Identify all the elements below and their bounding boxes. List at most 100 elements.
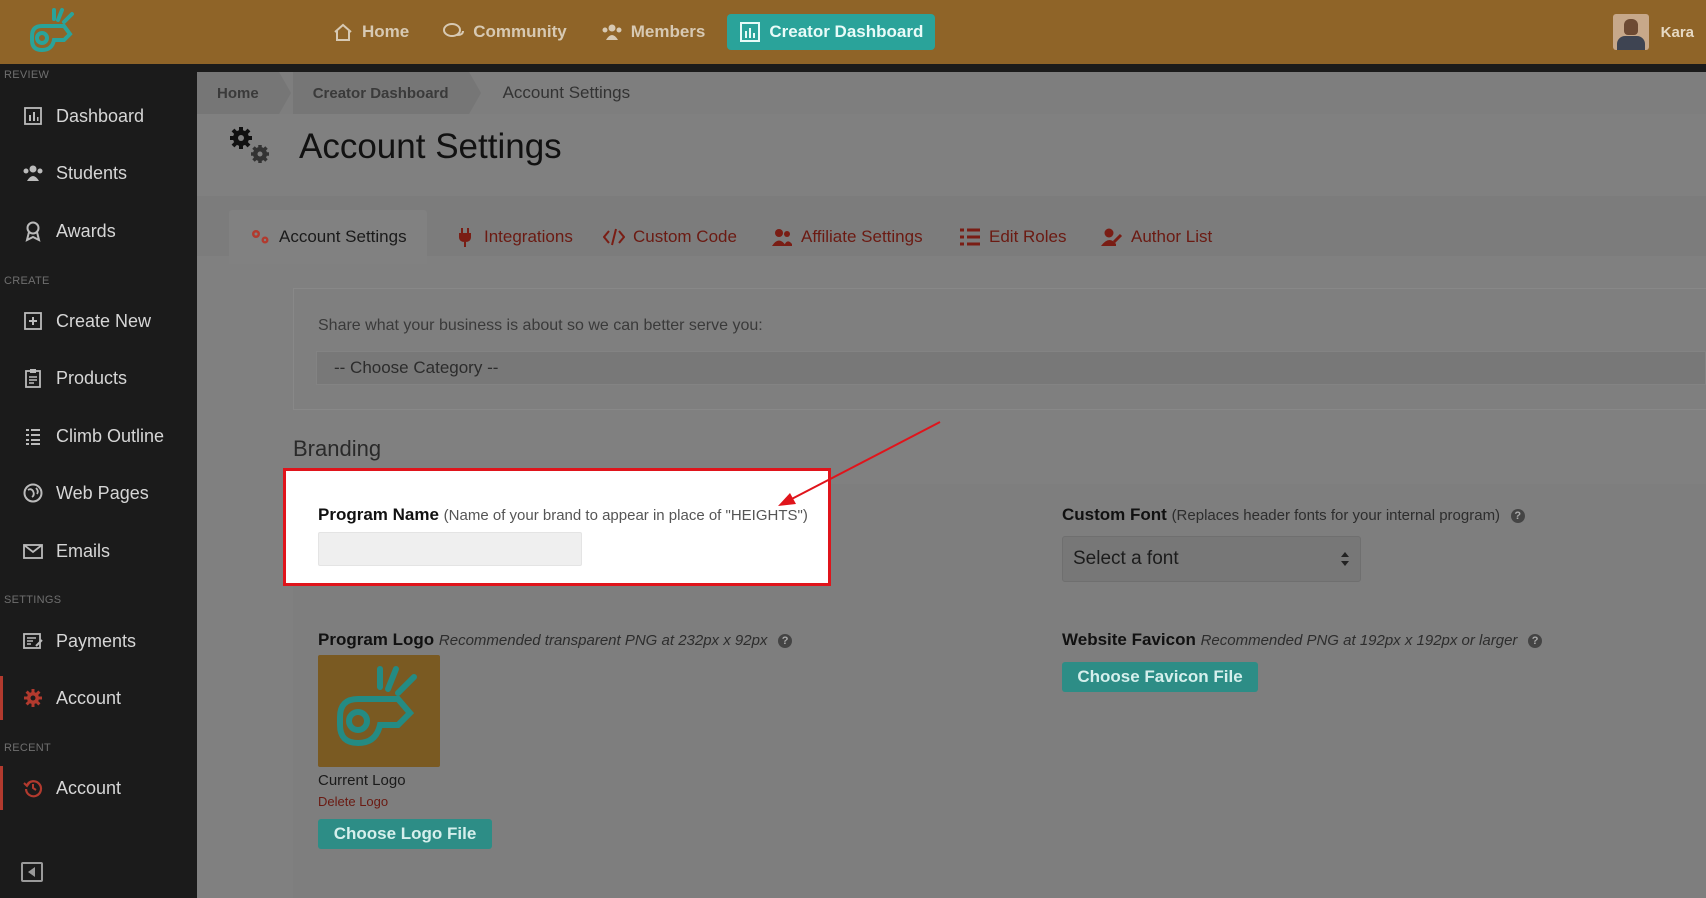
breadcrumb: Home Creator Dashboard Account Settings xyxy=(197,72,1706,114)
history-icon xyxy=(21,776,45,800)
sidebar-item-climb-outline[interactable]: Climb Outline xyxy=(0,414,197,458)
help-icon[interactable]: ? xyxy=(778,633,793,648)
nav-members[interactable]: Members xyxy=(589,14,718,50)
tab-label: Edit Roles xyxy=(989,227,1067,246)
program-name-hint: (Name of your brand to appear in place o… xyxy=(443,507,808,524)
gear-icon xyxy=(21,686,45,710)
payments-icon xyxy=(21,629,45,653)
tab-label: Author List xyxy=(1131,227,1213,246)
nav-community[interactable]: Community xyxy=(431,14,579,50)
user-menu[interactable]: Kara xyxy=(1612,14,1694,50)
choose-logo-button[interactable]: Choose Logo File xyxy=(318,819,492,849)
tab-label: Account Settings xyxy=(279,227,407,246)
program-name-highlight xyxy=(283,468,831,586)
list-icon xyxy=(21,424,45,448)
plug-icon xyxy=(459,228,471,247)
sidebar-item-payments[interactable]: Payments xyxy=(0,619,197,663)
program-name-input[interactable] xyxy=(318,532,582,566)
gears-icon xyxy=(230,127,269,163)
top-navbar: Home Community Members Creator Dashboard… xyxy=(0,0,1706,64)
favicon-hint: Recommended PNG at 192px x 192px or larg… xyxy=(1200,632,1518,649)
sidebar-section-recent: RECENT xyxy=(4,742,52,754)
help-icon[interactable]: ? xyxy=(1528,633,1543,648)
sidebar-item-create-new[interactable]: Create New xyxy=(0,299,197,343)
tab-integrations[interactable]: Integrations xyxy=(454,211,573,263)
members-icon xyxy=(602,24,622,40)
sidebar-section-review: REVIEW xyxy=(4,69,50,81)
breadcrumb-current: Account Settings xyxy=(502,83,631,102)
nav-home[interactable]: Home xyxy=(320,14,421,50)
sidebar-item-students[interactable]: Students xyxy=(0,151,197,195)
nav-community-label: Community xyxy=(473,22,567,41)
globe-icon xyxy=(21,481,45,505)
sidebar-item-label: Products xyxy=(56,367,128,388)
tab-label: Affiliate Settings xyxy=(801,227,923,246)
whistle-logo-icon[interactable] xyxy=(24,6,80,58)
page-header: Account Settings xyxy=(225,124,562,170)
tab-custom-code[interactable]: Custom Code xyxy=(603,211,737,263)
program-logo-label: Program Logo Recommended transparent PNG… xyxy=(318,630,793,650)
sidebar-item-web-pages[interactable]: Web Pages xyxy=(0,471,197,515)
email-icon xyxy=(21,539,45,563)
sidebar: REVIEW Dashboard Students Awards CREATE … xyxy=(0,64,197,898)
gears-icon xyxy=(252,230,269,244)
user-edit-icon xyxy=(1101,228,1123,246)
choose-favicon-button[interactable]: Choose Favicon File xyxy=(1062,662,1258,692)
nav-creator-dashboard[interactable]: Creator Dashboard xyxy=(727,14,936,50)
award-icon xyxy=(21,219,45,243)
sidebar-item-label: Account xyxy=(56,777,122,798)
help-icon[interactable]: ? xyxy=(1510,508,1525,523)
favicon-label: Website Favicon Recommended PNG at 192px… xyxy=(1062,630,1543,650)
tab-author-list[interactable]: Author List xyxy=(1101,211,1212,263)
clipboard-icon xyxy=(21,366,45,390)
delete-logo-link[interactable]: Delete Logo xyxy=(318,794,388,809)
nav-members-label: Members xyxy=(630,22,706,41)
sidebar-item-awards[interactable]: Awards xyxy=(0,209,197,253)
sidebar-item-label: Emails xyxy=(56,540,111,561)
custom-font-hint: (Replaces header fonts for your internal… xyxy=(1171,507,1501,524)
tab-affiliate-settings[interactable]: Affiliate Settings xyxy=(771,211,923,263)
tab-edit-roles[interactable]: Edit Roles xyxy=(959,211,1066,263)
sidebar-item-label: Students xyxy=(56,162,128,183)
program-logo-hint: Recommended transparent PNG at 232px x 9… xyxy=(438,632,768,649)
sidebar-item-account[interactable]: Account xyxy=(0,676,197,720)
sidebar-item-label: Dashboard xyxy=(56,105,145,126)
sidebar-item-label: Payments xyxy=(56,630,137,651)
sidebar-section-settings: SETTINGS xyxy=(4,594,62,606)
breadcrumb-creator-dashboard[interactable]: Creator Dashboard xyxy=(292,72,481,114)
program-name-label: Program Name (Name of your brand to appe… xyxy=(318,505,808,525)
sidebar-item-label: Awards xyxy=(56,220,116,241)
custom-font-value: Select a font xyxy=(1073,548,1179,569)
tab-label: Custom Code xyxy=(633,227,737,246)
tab-account-settings[interactable]: Account Settings xyxy=(229,210,427,264)
breadcrumb-home[interactable]: Home xyxy=(197,72,291,114)
custom-font-title: Custom Font xyxy=(1062,505,1167,524)
users-icon xyxy=(772,229,792,246)
sidebar-item-label: Create New xyxy=(56,310,152,331)
sidebar-item-dashboard[interactable]: Dashboard xyxy=(0,94,197,138)
tab-label: Integrations xyxy=(484,227,573,246)
category-label: Share what your business is about so we … xyxy=(318,317,763,334)
list-icon xyxy=(960,228,980,246)
collapse-sidebar-icon[interactable] xyxy=(21,862,43,882)
branding-heading: Branding xyxy=(293,436,382,461)
bar-chart-icon xyxy=(21,104,45,128)
sidebar-item-label: Web Pages xyxy=(56,482,149,503)
main-nav: Home Community Members Creator Dashboard xyxy=(320,14,936,50)
home-icon xyxy=(334,23,352,41)
user-name: Kara xyxy=(1660,23,1694,41)
favicon-title: Website Favicon xyxy=(1062,630,1196,649)
whistle-logo-icon xyxy=(337,666,417,747)
users-icon xyxy=(21,161,45,185)
sidebar-item-label: Account xyxy=(56,687,122,708)
category-card: Share what your business is about so we … xyxy=(293,288,1706,410)
select-caret-icon xyxy=(1341,552,1349,566)
sidebar-item-recent-account[interactable]: Account xyxy=(0,766,197,810)
code-icon xyxy=(603,228,625,246)
sidebar-item-products[interactable]: Products xyxy=(0,356,197,400)
custom-font-select[interactable]: Select a font xyxy=(1062,536,1361,582)
chat-icon xyxy=(443,23,465,37)
avatar xyxy=(1612,14,1649,50)
sidebar-item-emails[interactable]: Emails xyxy=(0,529,197,573)
category-select[interactable]: -- Choose Category -- xyxy=(316,351,1706,385)
